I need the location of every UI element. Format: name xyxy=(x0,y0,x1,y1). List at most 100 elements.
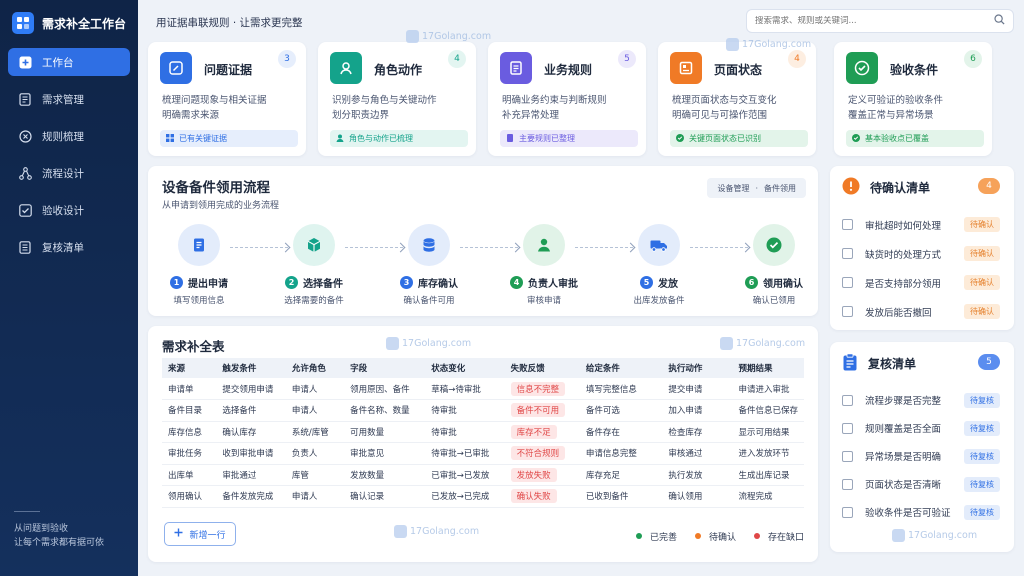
flow-step-2[interactable]: 2 选择备件 选择需要的备件 xyxy=(259,224,369,306)
card-page-state[interactable]: 页面状态 4 梳理页面状态与交互变化 明确可见与可操作范围 关键页面状态已识别 xyxy=(658,42,816,156)
table-cell: 填写完整信息 xyxy=(579,378,663,400)
table-cell: 备件名称、数量 xyxy=(344,399,426,422)
sidebar-item-flow[interactable]: 流程设计 xyxy=(8,159,130,187)
table-row[interactable]: 申请单 提交领用申请 申请人 领用原因、备件 草稿→待审批 信息不完整 填写完整… xyxy=(162,378,804,400)
checkbox[interactable] xyxy=(842,219,853,230)
list-item[interactable]: 发放后能否撤回 待确认 xyxy=(842,297,1000,326)
table-cell: 显示可用结果 xyxy=(732,421,804,443)
table-row[interactable]: 库存信息 确认库存 系统/库管 可用数量 待审批 库存不足 备件存在 检查库存 … xyxy=(162,421,804,443)
table-cell: 备件可选 xyxy=(579,399,663,422)
add-row-button[interactable]: 新增一行 xyxy=(164,522,236,546)
checkbox[interactable] xyxy=(842,394,853,406)
status-tag: 基本验收点已覆盖 xyxy=(846,130,984,147)
search-box[interactable] xyxy=(746,9,1014,33)
list-item[interactable]: 异常场景是否明确 待复核 xyxy=(842,442,1000,470)
status-tag: 关键页面状态已识别 xyxy=(670,130,808,147)
checkbox[interactable] xyxy=(842,277,853,288)
checkbox[interactable] xyxy=(842,450,853,462)
card-desc-line: 明确业务约束与判断规则 xyxy=(502,95,607,106)
table-cell: 执行发放 xyxy=(662,464,733,486)
card-business-rules[interactable]: 业务规则 5 明确业务约束与判断规则 补充异常处理 主要规则已整理 xyxy=(488,42,646,156)
card-role-action[interactable]: 角色动作 4 识别参与角色与关键动作 划分职责边界 角色与动作已梳理 xyxy=(318,42,476,156)
status-tag-label: 基本验收点已覆盖 xyxy=(865,134,929,143)
table-row[interactable]: 出库单 审批通过 库管 发放数量 已审批→已发放 发放失败 库存充足 执行发放 … xyxy=(162,464,804,486)
footer-line-1: 从问题到验收 xyxy=(14,524,69,534)
table-cell: 检查库存 xyxy=(662,421,733,443)
sidebar-item-acceptance[interactable]: 验收设计 xyxy=(8,196,130,224)
flow-step-1[interactable]: 1 提出申请 填写领用信息 xyxy=(144,224,254,306)
step-label: 3 库存确认 xyxy=(374,275,484,290)
item-text: 发放后能否撤回 xyxy=(865,307,932,319)
checkbox[interactable] xyxy=(842,422,853,434)
flow-step-3[interactable]: 3 库存确认 确认备件可用 xyxy=(374,224,484,306)
column-header: 执行动作 xyxy=(662,358,733,378)
alert-icon xyxy=(842,177,860,198)
checkbox[interactable] xyxy=(842,506,853,518)
card-description: 识别参与角色与关键动作 划分职责边界 xyxy=(332,93,437,123)
document-icon xyxy=(18,92,32,106)
table-cell: 待审批→已审批 xyxy=(425,442,505,465)
sidebar-item-workbench[interactable]: 工作台 xyxy=(8,48,130,76)
confirm-list: 审批超时如何处理 待确认 缺货时的处理方式 待确认 是否支持部分领用 待确认 发放后能… xyxy=(842,210,1000,326)
table-row[interactable]: 审批任务 收到审批申请 负责人 审批意见 待审批→已审批 不符合规则 申请信息完… xyxy=(162,442,804,465)
sidebar-item-label: 需求管理 xyxy=(42,93,84,106)
sidebar-nav: 工作台 需求管理 规则梳理 流程设计 验收设计 复核清单 xyxy=(0,48,138,261)
table-cell: 申请人 xyxy=(285,399,345,422)
flow-category-tag: 设备管理 · 备件领用 xyxy=(707,178,806,198)
step-description: 确认备件可用 xyxy=(403,296,455,306)
table-title: 需求补全表 xyxy=(162,339,225,354)
doc-small-icon xyxy=(506,133,514,144)
list-icon xyxy=(18,240,32,254)
list-item[interactable]: 页面状态是否清晰 待复核 xyxy=(842,470,1000,498)
status-badge: 待确认 xyxy=(964,275,1000,290)
list-item[interactable]: 流程步骤是否完整 待复核 xyxy=(842,386,1000,414)
sidebar-item-label: 工作台 xyxy=(42,56,74,69)
checkbox[interactable] xyxy=(842,478,853,490)
sidebar-item-label: 流程设计 xyxy=(42,167,84,180)
list-item[interactable]: 缺货时的处理方式 待确认 xyxy=(842,239,1000,268)
card-desc-line: 识别参与角色与关键动作 xyxy=(332,95,437,106)
card-desc-line: 划分职责边界 xyxy=(332,110,390,121)
table-row[interactable]: 领用确认 备件发放完成 申请人 确认记录 已发放→已完成 确认失败 已收到备件 … xyxy=(162,485,804,508)
table-cell: 审批通过 xyxy=(216,464,286,486)
item-text: 验收条件是否可验证 xyxy=(865,508,951,519)
sidebar-item-rules[interactable]: 规则梳理 xyxy=(8,122,130,150)
table-cell: 申请人 xyxy=(285,485,345,508)
failure-badge: 库存不足 xyxy=(510,424,557,439)
status-tag: 角色与动作已梳理 xyxy=(330,130,468,147)
flow-step-4[interactable]: 4 负责人审批 审核申请 xyxy=(489,224,599,306)
failure-badge: 信息不完整 xyxy=(510,381,566,396)
column-header: 触发条件 xyxy=(216,358,286,378)
list-item[interactable]: 审批超时如何处理 待确认 xyxy=(842,210,1000,239)
table-cell: 备件不可用 xyxy=(504,399,580,422)
table-cell: 确认记录 xyxy=(344,485,426,508)
flow-title: 设备备件领用流程 xyxy=(162,180,270,196)
status-badge: 待复核 xyxy=(964,448,1000,464)
search-icon[interactable] xyxy=(994,14,1005,28)
card-problem-evidence[interactable]: 问题证据 3 梳理问题现象与相关证据 明确需求来源 已有关键证据 xyxy=(148,42,306,156)
table-cell: 申请信息完整 xyxy=(579,442,663,465)
truck-icon xyxy=(638,224,680,266)
list-item[interactable]: 规则覆盖是否全面 待复核 xyxy=(842,414,1000,442)
search-input[interactable] xyxy=(755,16,975,26)
table-cell: 收到审批申请 xyxy=(216,442,286,465)
table-cell: 库存不足 xyxy=(504,421,580,443)
legend-item: 存在缺口 xyxy=(753,530,804,543)
flow-step-6[interactable]: 6 领用确认 确认已领用 xyxy=(719,224,829,306)
list-item[interactable]: 是否支持部分领用 待确认 xyxy=(842,268,1000,297)
card-acceptance[interactable]: 验收条件 6 定义可验证的验收条件 覆盖正常与异常场景 基本验收点已覆盖 xyxy=(834,42,992,156)
card-desc-line: 明确需求来源 xyxy=(162,110,220,121)
step-label: 2 选择备件 xyxy=(259,275,369,290)
list-item[interactable]: 验收条件是否可验证 待复核 xyxy=(842,498,1000,526)
checkbox[interactable] xyxy=(842,248,853,259)
app-logo-icon xyxy=(12,12,34,34)
checkbox[interactable] xyxy=(842,306,853,317)
table-cell: 申请人 xyxy=(285,378,345,400)
item-text: 页面状态是否清晰 xyxy=(865,480,942,491)
sidebar-item-requirements[interactable]: 需求管理 xyxy=(8,85,130,113)
status-badge: 待确认 xyxy=(964,246,1000,261)
flow-step-5[interactable]: 5 发放 出库发放备件 xyxy=(604,224,714,306)
table-row[interactable]: 备件目录 选择备件 申请人 备件名称、数量 待审批 备件不可用 备件可选 加入申… xyxy=(162,399,804,422)
sidebar-item-review[interactable]: 复核清单 xyxy=(8,233,130,261)
status-badge: 待复核 xyxy=(964,504,1000,520)
